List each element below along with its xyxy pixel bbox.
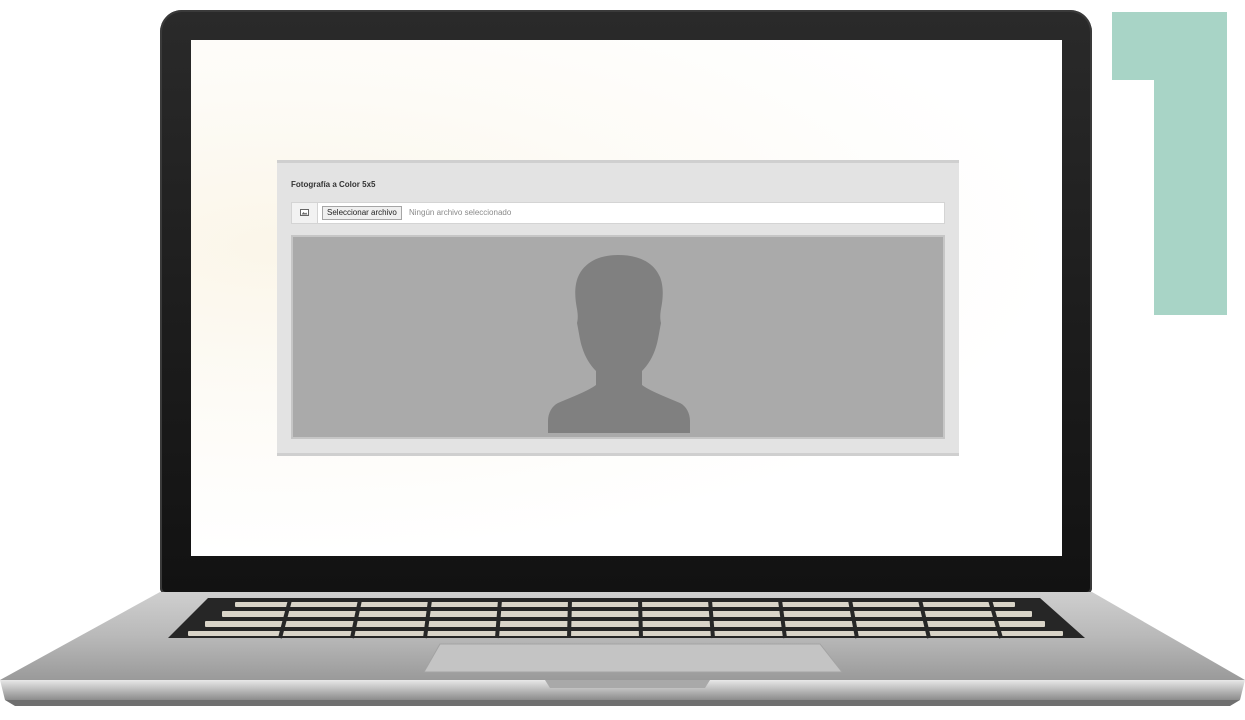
- laptop-lid: Fotografía a Color 5x5 Seleccionar archi…: [160, 10, 1092, 594]
- image-icon: [292, 203, 318, 223]
- stage: Fotografía a Color 5x5 Seleccionar archi…: [0, 0, 1245, 720]
- laptop-screen: Fotografía a Color 5x5 Seleccionar archi…: [191, 40, 1062, 556]
- laptop-keyboard-base: [0, 592, 1245, 706]
- select-file-button[interactable]: Seleccionar archivo: [322, 206, 402, 220]
- file-input-row[interactable]: Seleccionar archivo Ningún archivo selec…: [291, 202, 945, 224]
- photo-upload-panel: Fotografía a Color 5x5 Seleccionar archi…: [277, 160, 959, 456]
- panel-title: Fotografía a Color 5x5: [291, 180, 376, 189]
- file-status-text: Ningún archivo seleccionado: [409, 208, 512, 217]
- person-silhouette-icon: [548, 255, 690, 433]
- photo-preview: [291, 235, 945, 439]
- numeral-one-graphic: [1112, 12, 1227, 315]
